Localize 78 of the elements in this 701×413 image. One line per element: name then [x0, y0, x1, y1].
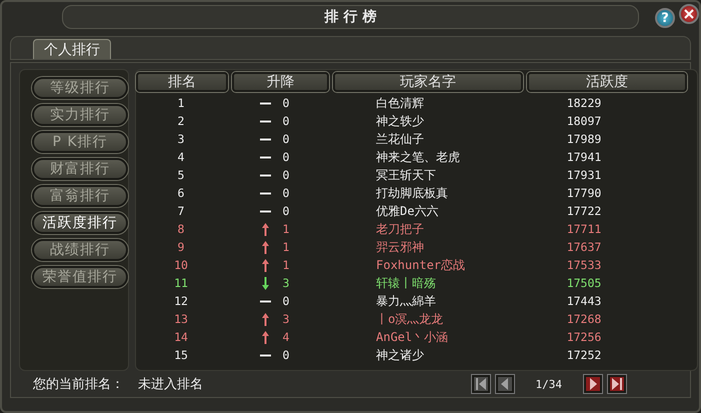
change-cell: 0	[282, 348, 290, 362]
rank-cell-text: 7	[176, 204, 186, 218]
player-name-cell: 神之诸少	[376, 348, 424, 362]
column-header: 排名	[136, 72, 228, 92]
activity-cell-text: 17443	[566, 294, 602, 308]
rank-cell-text: 1	[176, 96, 186, 110]
player-name-cell: 神之轶少	[376, 114, 424, 128]
activity-cell-text: 17711	[566, 222, 602, 236]
tab[interactable]: 个人排行	[33, 39, 111, 59]
change-cell: 0	[282, 150, 290, 164]
change-cell: 0	[282, 132, 290, 146]
rank-cell-text: 4	[176, 150, 186, 164]
page-indicator: 1/34	[536, 378, 562, 391]
rank-cell-text: 9	[176, 240, 186, 254]
window-title: 排 行 榜	[324, 8, 376, 26]
activity-cell-text: 18229	[566, 96, 602, 110]
column-header: 升降	[232, 72, 329, 92]
column-header: 玩家名字	[333, 72, 523, 92]
player-name-cell: AnGel丶小涵	[376, 330, 448, 344]
change-cell: 0	[282, 294, 290, 308]
change-cell: 1	[282, 258, 290, 272]
category-button[interactable]: P K排行	[32, 131, 128, 153]
category-button[interactable]: 富翁排行	[32, 185, 128, 207]
rank-cell-text: 8	[176, 222, 186, 236]
category-button[interactable]: 财富排行	[32, 158, 128, 180]
rank-cell-text: 15	[173, 348, 189, 362]
player-name-cell: Foxhunter恋战	[376, 258, 466, 272]
rank-cell-text: 5	[176, 168, 186, 182]
category-button[interactable]: 荣誉值排行	[32, 266, 128, 288]
player-name-cell: 老刀把子	[376, 222, 424, 236]
player-name-cell: 冥王斩天下	[376, 168, 436, 182]
category-button[interactable]: 实力排行	[32, 104, 128, 126]
player-name-cell: 丨o溟灬龙龙	[376, 312, 444, 326]
player-name-cell: 神来之笔、老虎	[376, 150, 460, 164]
rank-cell-text: 10	[173, 258, 189, 272]
player-name-cell: 白色清辉	[376, 96, 424, 110]
change-cell: 1	[282, 222, 290, 236]
activity-cell-text: 17941	[566, 150, 602, 164]
help-button[interactable]: ?	[655, 8, 675, 28]
rank-cell-text: 11	[173, 276, 189, 290]
rank-cell-text: 12	[173, 294, 189, 308]
activity-cell-text: 17989	[566, 132, 602, 146]
category-button[interactable]: 等级排行	[32, 77, 128, 99]
activity-cell-text: 17790	[566, 186, 602, 200]
activity-cell-text: 17637	[566, 240, 602, 254]
activity-cell-text: 17252	[566, 348, 602, 362]
column-header: 活跃度	[527, 72, 687, 92]
change-cell: 1	[282, 240, 290, 254]
status-value: 未进入排名	[138, 376, 203, 394]
activity-cell-text: 17256	[566, 330, 602, 344]
activity-cell-text: 18097	[566, 114, 602, 128]
change-cell: 4	[282, 330, 290, 344]
rank-cell-text: 14	[173, 330, 189, 344]
player-name-cell: 优雅De六六	[376, 204, 438, 218]
rank-cell-text: 2	[176, 114, 186, 128]
activity-cell-text: 17505	[566, 276, 602, 290]
category-button[interactable]: 活跃度排行	[32, 212, 128, 234]
player-name-cell: 轩辕丨暗殇	[376, 276, 436, 290]
player-name-cell: 羿云邪神	[376, 240, 424, 254]
change-cell: 3	[282, 276, 290, 290]
category-button[interactable]: 战绩排行	[32, 239, 128, 261]
player-name-cell: 打劫脚底板真	[376, 186, 448, 200]
change-cell: 0	[282, 186, 290, 200]
activity-cell-text: 17533	[566, 258, 602, 272]
change-cell: 0	[282, 114, 290, 128]
change-cell: 0	[282, 168, 290, 182]
change-cell: 0	[282, 96, 290, 110]
status-label: 您的当前排名：	[33, 376, 124, 394]
rank-cell-text: 13	[173, 312, 189, 326]
rank-cell-text: 3	[176, 132, 186, 146]
player-name-cell: 兰花仙子	[376, 132, 424, 146]
change-cell: 3	[282, 312, 290, 326]
activity-cell-text: 17931	[566, 168, 602, 182]
change-cell: 0	[282, 204, 290, 218]
player-name-cell: 暴力灬綿羊	[376, 294, 436, 308]
rank-cell-text: 6	[176, 186, 186, 200]
activity-cell-text: 17268	[566, 312, 602, 326]
activity-cell-text: 17722	[566, 204, 602, 218]
